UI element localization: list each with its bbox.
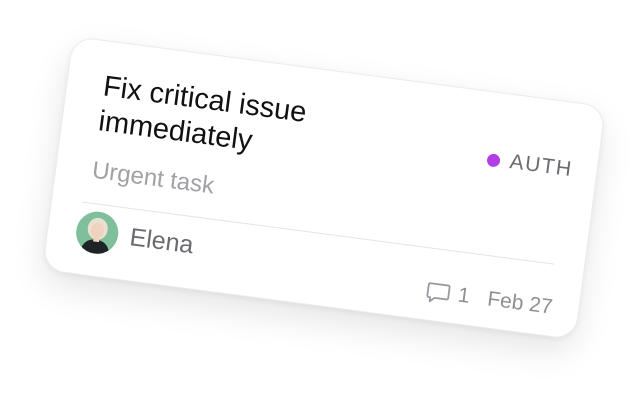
task-tag[interactable]: AUTH (485, 147, 574, 182)
tag-label: AUTH (508, 150, 575, 182)
assignee[interactable]: Elena (73, 209, 196, 266)
comment-icon[interactable] (425, 280, 452, 305)
task-title: Fix critical issue immediately (96, 70, 309, 158)
comment-count: 1 (456, 283, 472, 308)
task-card[interactable]: Fix critical issue immediately AUTH Urge… (41, 35, 607, 341)
card-meta: 1 Feb 27 (425, 279, 554, 319)
due-date: Feb 27 (486, 287, 554, 319)
assignee-name: Elena (128, 222, 196, 259)
task-description: Urgent task (90, 156, 216, 200)
avatar[interactable] (73, 209, 121, 257)
avatar-person-icon (73, 209, 121, 257)
tag-color-dot (486, 152, 501, 168)
canvas: Fix critical issue immediately AUTH Urge… (0, 0, 643, 400)
